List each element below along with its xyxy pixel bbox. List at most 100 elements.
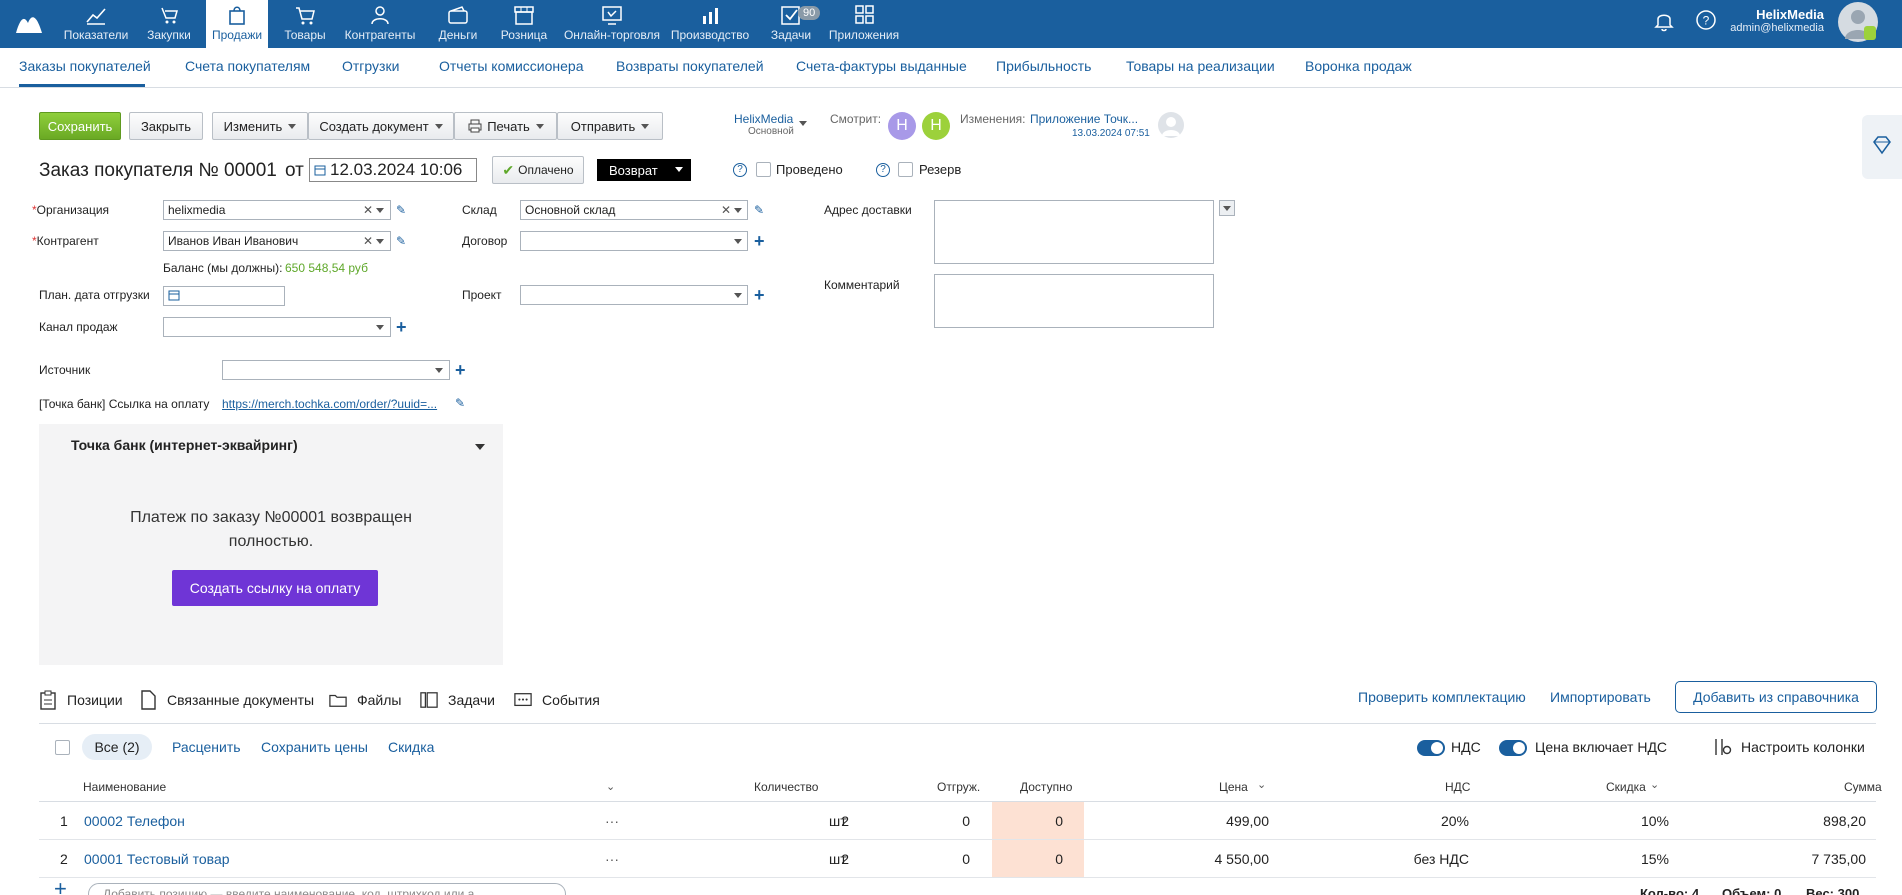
- row-more-icon[interactable]: ···: [605, 813, 619, 829]
- nav-item-money[interactable]: Деньги: [434, 0, 482, 48]
- row-discount[interactable]: 10%: [1569, 813, 1669, 829]
- return-dropdown-button[interactable]: Возврат: [597, 159, 691, 181]
- add-icon[interactable]: +: [754, 232, 765, 250]
- vat-toggle[interactable]: [1417, 740, 1445, 756]
- paylink-value[interactable]: https://merch.tochka.com/order/?uuid=...: [222, 397, 437, 411]
- nav-item-contractors[interactable]: Контрагенты: [342, 0, 418, 48]
- header-price[interactable]: Цена: [1219, 780, 1248, 794]
- user-avatar[interactable]: [1838, 2, 1878, 42]
- help-icon[interactable]: ?: [1694, 8, 1718, 32]
- create-document-dropdown-button[interactable]: Создать документ: [308, 112, 454, 140]
- help-icon[interactable]: ?: [876, 163, 890, 177]
- nav-item-purchases[interactable]: Закупки: [144, 0, 194, 48]
- edit-pencil-icon[interactable]: ✎: [396, 234, 406, 248]
- select-all-checkbox[interactable]: [55, 740, 70, 755]
- close-button[interactable]: Закрыть: [129, 112, 203, 140]
- tab-goods-on-sale[interactable]: Товары на реализации: [1126, 58, 1275, 74]
- row-vat[interactable]: без НДС: [1369, 851, 1469, 867]
- configure-columns-label[interactable]: Настроить колонки: [1741, 739, 1865, 755]
- row-more-icon[interactable]: ···: [605, 851, 619, 867]
- order-date-field[interactable]: 12.03.2024 10:06: [309, 158, 477, 182]
- changes-link[interactable]: Приложение Точк...: [1030, 112, 1138, 126]
- side-panel-button[interactable]: [1862, 115, 1902, 179]
- watcher-avatar[interactable]: H: [888, 112, 916, 140]
- send-dropdown-button[interactable]: Отправить: [557, 112, 663, 140]
- header-discount[interactable]: Скидка: [1606, 780, 1646, 794]
- tab-customer-invoices[interactable]: Счета покупателям: [185, 58, 310, 74]
- user-name[interactable]: HelixMedia: [1756, 8, 1824, 22]
- filter-all-pill[interactable]: Все (2): [82, 734, 152, 760]
- help-icon[interactable]: ?: [733, 163, 747, 177]
- tab-shipments[interactable]: Отгрузки: [342, 58, 399, 74]
- project-select[interactable]: [520, 285, 748, 305]
- chevron-down-icon[interactable]: ⌄: [606, 780, 615, 793]
- nav-item-production[interactable]: Производство: [671, 0, 749, 48]
- price-link[interactable]: Расценить: [172, 739, 241, 755]
- edit-dropdown-button[interactable]: Изменить: [212, 112, 308, 140]
- changed-by-avatar[interactable]: [1158, 112, 1184, 138]
- row-name-link[interactable]: 00001 Тестовый товар: [84, 851, 230, 867]
- clear-icon[interactable]: ✕: [363, 234, 373, 248]
- settings-columns-icon[interactable]: [1712, 737, 1732, 757]
- paid-status-button[interactable]: ✔ Оплачено: [492, 156, 584, 184]
- table-row[interactable]: 2 00001 Тестовый товар ··· 2 шт 0 0 4 55…: [39, 840, 1876, 878]
- chevron-down-icon[interactable]: ⌄: [1650, 778, 1659, 791]
- tab-customer-returns[interactable]: Возвраты покупателей: [616, 58, 764, 74]
- chevron-down-icon[interactable]: [435, 368, 443, 373]
- reserve-checkbox[interactable]: [898, 162, 913, 177]
- nav-item-apps[interactable]: Приложения: [829, 0, 899, 48]
- clear-icon[interactable]: ✕: [363, 203, 373, 217]
- edit-pencil-icon[interactable]: ✎: [754, 203, 764, 217]
- ship-date-input[interactable]: [163, 286, 285, 306]
- chevron-down-icon[interactable]: ⌄: [1257, 778, 1266, 791]
- add-position-input[interactable]: Добавить позицию — введите наименование,…: [88, 883, 566, 895]
- contractor-input[interactable]: Иванов Иван Иванович: [163, 231, 391, 251]
- import-link[interactable]: Импортировать: [1550, 689, 1651, 705]
- header-sum[interactable]: Сумма: [1844, 780, 1882, 794]
- tab-related-documents[interactable]: Связанные документы: [139, 690, 314, 710]
- price-includes-vat-toggle[interactable]: [1499, 740, 1527, 756]
- chevron-down-icon[interactable]: [376, 325, 384, 330]
- delivery-address-textarea[interactable]: [934, 200, 1214, 264]
- nav-item-indicators[interactable]: Показатели: [63, 0, 129, 48]
- add-icon[interactable]: +: [754, 286, 765, 304]
- posted-checkbox[interactable]: [756, 162, 771, 177]
- header-vat[interactable]: НДС: [1445, 780, 1470, 794]
- row-price[interactable]: 4 550,00: [1169, 851, 1270, 867]
- bell-icon[interactable]: [1652, 8, 1676, 32]
- tab-positions[interactable]: Позиции: [39, 690, 123, 710]
- watcher-avatar[interactable]: H: [922, 112, 950, 140]
- edit-pencil-icon[interactable]: ✎: [396, 203, 406, 217]
- warehouse-input[interactable]: Основной склад: [520, 200, 748, 220]
- nav-item-goods[interactable]: Товары: [283, 0, 327, 48]
- tab-tasks[interactable]: Задачи: [420, 690, 495, 710]
- create-payment-link-button[interactable]: Создать ссылку на оплату: [172, 570, 378, 606]
- moysklad-logo-icon[interactable]: [14, 9, 44, 39]
- header-quantity[interactable]: Количество: [754, 780, 818, 794]
- header-name[interactable]: Наименование: [83, 780, 166, 794]
- tab-profitability[interactable]: Прибыльность: [996, 58, 1091, 74]
- check-kit-link[interactable]: Проверить комплектацию: [1358, 689, 1526, 705]
- nav-item-sales[interactable]: Продажи: [206, 0, 268, 48]
- print-dropdown-button[interactable]: Печать: [454, 112, 557, 140]
- tab-sales-funnel[interactable]: Воронка продаж: [1305, 58, 1412, 74]
- chevron-down-icon[interactable]: [799, 121, 807, 126]
- nav-item-retail[interactable]: Розница: [498, 0, 550, 48]
- chevron-down-icon[interactable]: [734, 293, 742, 298]
- add-icon[interactable]: +: [396, 318, 407, 336]
- tab-customer-orders[interactable]: Заказы покупателей: [19, 58, 151, 74]
- organization-selector[interactable]: HelixMedia: [734, 112, 793, 126]
- chevron-down-icon[interactable]: [376, 239, 384, 244]
- row-discount[interactable]: 15%: [1569, 851, 1669, 867]
- comment-textarea[interactable]: [934, 274, 1214, 328]
- row-vat[interactable]: 20%: [1369, 813, 1469, 829]
- chevron-down-icon[interactable]: [376, 208, 384, 213]
- table-row[interactable]: 1 00002 Телефон ··· 2 шт 0 0 499,00 20% …: [39, 802, 1876, 840]
- add-from-reference-button[interactable]: Добавить из справочника: [1675, 681, 1877, 713]
- tab-events[interactable]: События: [514, 690, 600, 710]
- nav-item-online-trade[interactable]: Онлайн-торговля: [563, 0, 661, 48]
- header-shipped[interactable]: Отгруж.: [937, 780, 980, 794]
- chevron-down-icon[interactable]: [734, 208, 742, 213]
- discount-link[interactable]: Скидка: [388, 739, 434, 755]
- add-icon[interactable]: +: [455, 361, 466, 379]
